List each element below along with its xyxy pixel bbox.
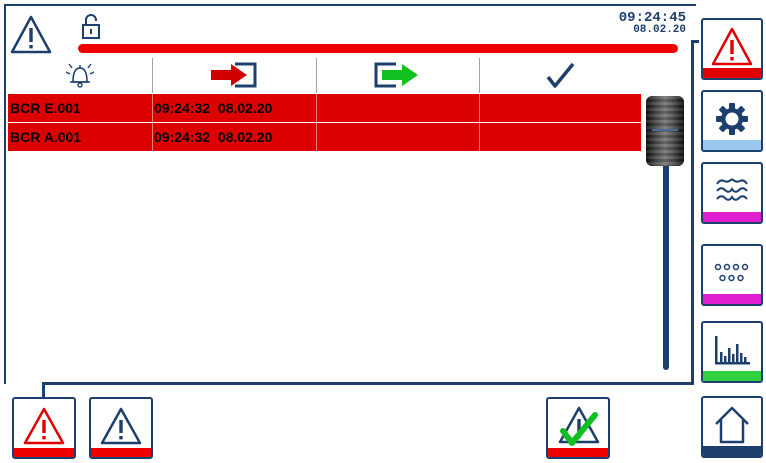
alarm-come-time: 09:24:32 08.02.20 [154, 100, 273, 116]
row-separator [152, 123, 153, 151]
header-separator [479, 58, 480, 93]
nav-strip [703, 212, 761, 222]
clock-time: 09:24:45 [618, 10, 686, 26]
column-alarm[interactable] [8, 58, 152, 91]
alarm-status-bar [78, 44, 678, 53]
header-separator [316, 58, 317, 93]
scrollbar-track[interactable] [663, 150, 669, 370]
hmi-screen: 09:24:45 08.02.20 BCR E.001 09:24:32 08.… [0, 0, 766, 463]
alarm-table-header [8, 58, 640, 91]
nav-strip [703, 371, 761, 381]
alarm-row[interactable]: BCR E.001 09:24:32 08.02.20 [8, 94, 641, 123]
clock: 09:24:45 08.02.20 [618, 10, 686, 36]
nav-dots-button[interactable] [701, 244, 763, 306]
nav-process-button[interactable] [701, 162, 763, 224]
row-separator [479, 123, 480, 151]
row-separator [316, 94, 317, 122]
checkmark-icon [546, 62, 575, 88]
row-separator [316, 123, 317, 151]
arrow-in-red-icon [211, 62, 257, 87]
gear-icon [716, 103, 748, 135]
alarm-history-button[interactable] [89, 397, 153, 459]
warning-blue-icon [100, 407, 142, 445]
alarm-row[interactable]: BCR A.001 09:24:32 08.02.20 [8, 123, 641, 152]
warning-triangle-icon [10, 15, 52, 54]
bar-chart-icon [715, 336, 750, 365]
button-strip [14, 448, 74, 457]
nav-settings-button[interactable] [701, 90, 763, 152]
button-strip [548, 448, 608, 457]
button-strip [91, 448, 151, 457]
nav-strip [703, 446, 761, 456]
alarm-come-time: 09:24:32 08.02.20 [154, 129, 273, 145]
header-separator [152, 58, 153, 93]
column-go[interactable] [316, 58, 478, 91]
alarm-name: BCR A.001 [10, 129, 82, 145]
acknowledge-check-icon [558, 406, 600, 446]
column-come[interactable] [154, 58, 314, 91]
nav-home-button[interactable] [701, 396, 763, 458]
unlocked-padlock-icon[interactable] [80, 14, 102, 40]
arrow-out-green-icon [374, 62, 418, 87]
alarm-warning-icon [711, 27, 753, 66]
home-icon [715, 406, 749, 444]
waves-icon [716, 178, 748, 201]
frame-bottom-line [42, 382, 693, 385]
nav-strip [703, 294, 761, 304]
active-alarms-button[interactable] [12, 397, 76, 459]
nav-alarms-button[interactable] [701, 18, 763, 80]
alarm-bell-icon [65, 63, 95, 88]
dots-icon [714, 263, 749, 282]
row-separator [152, 94, 153, 122]
column-acknowledged[interactable] [480, 58, 640, 91]
row-separator [479, 94, 480, 122]
acknowledge-button[interactable] [546, 397, 610, 459]
frame-divider [691, 40, 694, 385]
frame-divider-hook [691, 40, 699, 43]
nav-strip [703, 140, 761, 150]
nav-strip [703, 68, 761, 78]
alarm-list: BCR E.001 09:24:32 08.02.20 BCR A.001 09… [8, 94, 641, 152]
warning-red-icon [23, 407, 65, 445]
alarm-name: BCR E.001 [10, 100, 81, 116]
nav-statistics-button[interactable] [701, 321, 763, 383]
scrollbar-thumb[interactable] [646, 96, 684, 166]
